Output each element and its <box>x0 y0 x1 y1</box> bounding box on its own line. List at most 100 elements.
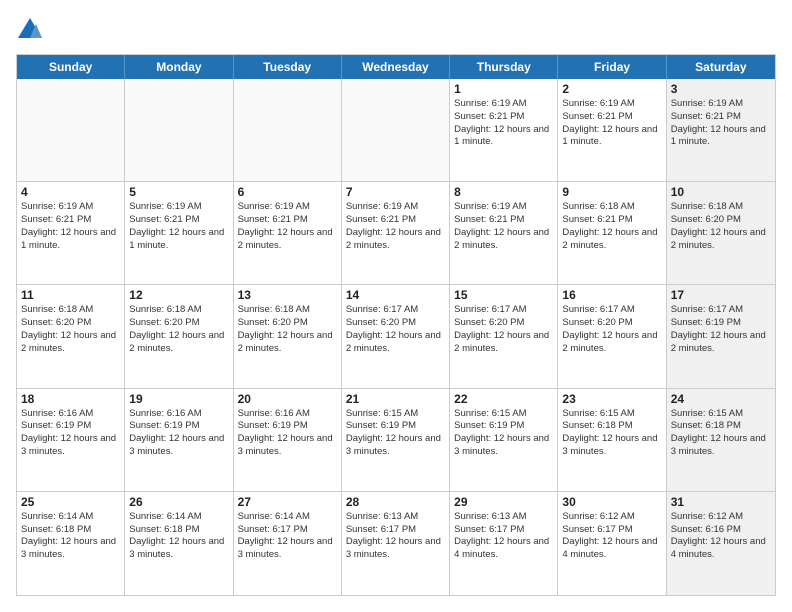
sunrise-text: Sunrise: 6:18 AM <box>129 304 228 317</box>
sunset-text: Sunset: 6:17 PM <box>346 524 445 537</box>
daylight-text: Daylight: 12 hours and 3 minutes. <box>346 433 445 459</box>
sunrise-text: Sunrise: 6:19 AM <box>671 98 771 111</box>
day-number: 17 <box>671 288 771 302</box>
sunset-text: Sunset: 6:20 PM <box>454 317 553 330</box>
day-number: 30 <box>562 495 661 509</box>
daylight-text: Daylight: 12 hours and 2 minutes. <box>21 330 120 356</box>
logo-icon <box>16 16 44 44</box>
calendar-cell-empty-0-0 <box>17 79 125 181</box>
calendar-cell-2: 2Sunrise: 6:19 AMSunset: 6:21 PMDaylight… <box>558 79 666 181</box>
sunrise-text: Sunrise: 6:19 AM <box>346 201 445 214</box>
sunrise-text: Sunrise: 6:14 AM <box>129 511 228 524</box>
header <box>16 16 776 44</box>
calendar-row-4: 25Sunrise: 6:14 AMSunset: 6:18 PMDayligh… <box>17 492 775 595</box>
sunrise-text: Sunrise: 6:17 AM <box>671 304 771 317</box>
day-number: 4 <box>21 185 120 199</box>
calendar-cell-13: 13Sunrise: 6:18 AMSunset: 6:20 PMDayligh… <box>234 285 342 387</box>
calendar-cell-11: 11Sunrise: 6:18 AMSunset: 6:20 PMDayligh… <box>17 285 125 387</box>
calendar-row-2: 11Sunrise: 6:18 AMSunset: 6:20 PMDayligh… <box>17 285 775 388</box>
day-number: 6 <box>238 185 337 199</box>
daylight-text: Daylight: 12 hours and 1 minute. <box>562 124 661 150</box>
daylight-text: Daylight: 12 hours and 3 minutes. <box>238 433 337 459</box>
daylight-text: Daylight: 12 hours and 3 minutes. <box>562 433 661 459</box>
calendar-cell-26: 26Sunrise: 6:14 AMSunset: 6:18 PMDayligh… <box>125 492 233 595</box>
calendar-cell-16: 16Sunrise: 6:17 AMSunset: 6:20 PMDayligh… <box>558 285 666 387</box>
daylight-text: Daylight: 12 hours and 4 minutes. <box>562 536 661 562</box>
calendar-row-0: 1Sunrise: 6:19 AMSunset: 6:21 PMDaylight… <box>17 79 775 182</box>
day-number: 22 <box>454 392 553 406</box>
day-number: 3 <box>671 82 771 96</box>
sunset-text: Sunset: 6:17 PM <box>562 524 661 537</box>
sunset-text: Sunset: 6:20 PM <box>238 317 337 330</box>
calendar-cell-10: 10Sunrise: 6:18 AMSunset: 6:20 PMDayligh… <box>667 182 775 284</box>
calendar-cell-9: 9Sunrise: 6:18 AMSunset: 6:21 PMDaylight… <box>558 182 666 284</box>
sunset-text: Sunset: 6:17 PM <box>238 524 337 537</box>
daylight-text: Daylight: 12 hours and 2 minutes. <box>671 227 771 253</box>
sunrise-text: Sunrise: 6:16 AM <box>129 408 228 421</box>
sunrise-text: Sunrise: 6:15 AM <box>671 408 771 421</box>
sunrise-text: Sunrise: 6:15 AM <box>454 408 553 421</box>
sunrise-text: Sunrise: 6:12 AM <box>562 511 661 524</box>
sunrise-text: Sunrise: 6:18 AM <box>562 201 661 214</box>
daylight-text: Daylight: 12 hours and 2 minutes. <box>129 330 228 356</box>
daylight-text: Daylight: 12 hours and 1 minute. <box>454 124 553 150</box>
day-number: 1 <box>454 82 553 96</box>
calendar: SundayMondayTuesdayWednesdayThursdayFrid… <box>16 54 776 596</box>
day-number: 26 <box>129 495 228 509</box>
calendar-cell-14: 14Sunrise: 6:17 AMSunset: 6:20 PMDayligh… <box>342 285 450 387</box>
sunset-text: Sunset: 6:21 PM <box>454 111 553 124</box>
calendar-cell-27: 27Sunrise: 6:14 AMSunset: 6:17 PMDayligh… <box>234 492 342 595</box>
sunset-text: Sunset: 6:20 PM <box>671 214 771 227</box>
daylight-text: Daylight: 12 hours and 1 minute. <box>671 124 771 150</box>
sunrise-text: Sunrise: 6:13 AM <box>346 511 445 524</box>
daylight-text: Daylight: 12 hours and 2 minutes. <box>454 330 553 356</box>
sunset-text: Sunset: 6:21 PM <box>346 214 445 227</box>
daylight-text: Daylight: 12 hours and 2 minutes. <box>238 227 337 253</box>
calendar-cell-24: 24Sunrise: 6:15 AMSunset: 6:18 PMDayligh… <box>667 389 775 491</box>
day-number: 28 <box>346 495 445 509</box>
calendar-cell-8: 8 Sunrise: 6:19 AMSunset: 6:21 PMDaylight… <box>450 182 558 284</box>
calendar-row-1: 4Sunrise: 6:19 AMSunset: 6:21 PMDaylight… <box>17 182 775 285</box>
day-number: 8 <box>454 185 553 199</box>
day-number: 5 <box>129 185 228 199</box>
sunset-text: Sunset: 6:19 PM <box>129 420 228 433</box>
sunrise-text: Sunrise: 6:19 AM <box>562 98 661 111</box>
day-number: 18 <box>21 392 120 406</box>
calendar-cell-12: 12Sunrise: 6:18 AMSunset: 6:20 PMDayligh… <box>125 285 233 387</box>
sunrise-text: Sunrise: 6:19 AM <box>454 201 553 214</box>
calendar-cell-15: 15Sunrise: 6:17 AMSunset: 6:20 PMDayligh… <box>450 285 558 387</box>
sunset-text: Sunset: 6:17 PM <box>454 524 553 537</box>
daylight-text: Daylight: 12 hours and 2 minutes. <box>238 330 337 356</box>
sunrise-text: Sunrise: 6:17 AM <box>562 304 661 317</box>
day-number: 29 <box>454 495 553 509</box>
sunset-text: Sunset: 6:18 PM <box>562 420 661 433</box>
sunset-text: Sunset: 6:19 PM <box>21 420 120 433</box>
sunset-text: Sunset: 6:21 PM <box>454 214 553 227</box>
daylight-text: Daylight: 12 hours and 2 minutes. <box>454 227 553 253</box>
day-number: 7 <box>346 185 445 199</box>
calendar-cell-empty-0-3 <box>342 79 450 181</box>
daylight-text: Daylight: 12 hours and 4 minutes. <box>671 536 771 562</box>
sunset-text: Sunset: 6:16 PM <box>671 524 771 537</box>
daylight-text: Daylight: 12 hours and 1 minute. <box>129 227 228 253</box>
day-number: 13 <box>238 288 337 302</box>
sunset-text: Sunset: 6:20 PM <box>562 317 661 330</box>
sunset-text: Sunset: 6:19 PM <box>346 420 445 433</box>
daylight-text: Daylight: 12 hours and 3 minutes. <box>129 433 228 459</box>
calendar-cell-empty-0-2 <box>234 79 342 181</box>
weekday-header-monday: Monday <box>125 55 233 79</box>
sunrise-text: Sunrise: 6:12 AM <box>671 511 771 524</box>
weekday-header-tuesday: Tuesday <box>234 55 342 79</box>
day-number: 23 <box>562 392 661 406</box>
daylight-text: Daylight: 12 hours and 2 minutes. <box>562 227 661 253</box>
sunset-text: Sunset: 6:18 PM <box>671 420 771 433</box>
page: SundayMondayTuesdayWednesdayThursdayFrid… <box>0 0 792 612</box>
calendar-cell-5: 5Sunrise: 6:19 AMSunset: 6:21 PMDaylight… <box>125 182 233 284</box>
sunrise-text: Sunrise: 6:15 AM <box>562 408 661 421</box>
calendar-cell-6: 6Sunrise: 6:19 AMSunset: 6:21 PMDaylight… <box>234 182 342 284</box>
calendar-cell-17: 17Sunrise: 6:17 AMSunset: 6:19 PMDayligh… <box>667 285 775 387</box>
sunset-text: Sunset: 6:21 PM <box>562 111 661 124</box>
calendar-cell-28: 28Sunrise: 6:13 AMSunset: 6:17 PMDayligh… <box>342 492 450 595</box>
calendar-cell-21: 21Sunrise: 6:15 AMSunset: 6:19 PMDayligh… <box>342 389 450 491</box>
day-number: 27 <box>238 495 337 509</box>
